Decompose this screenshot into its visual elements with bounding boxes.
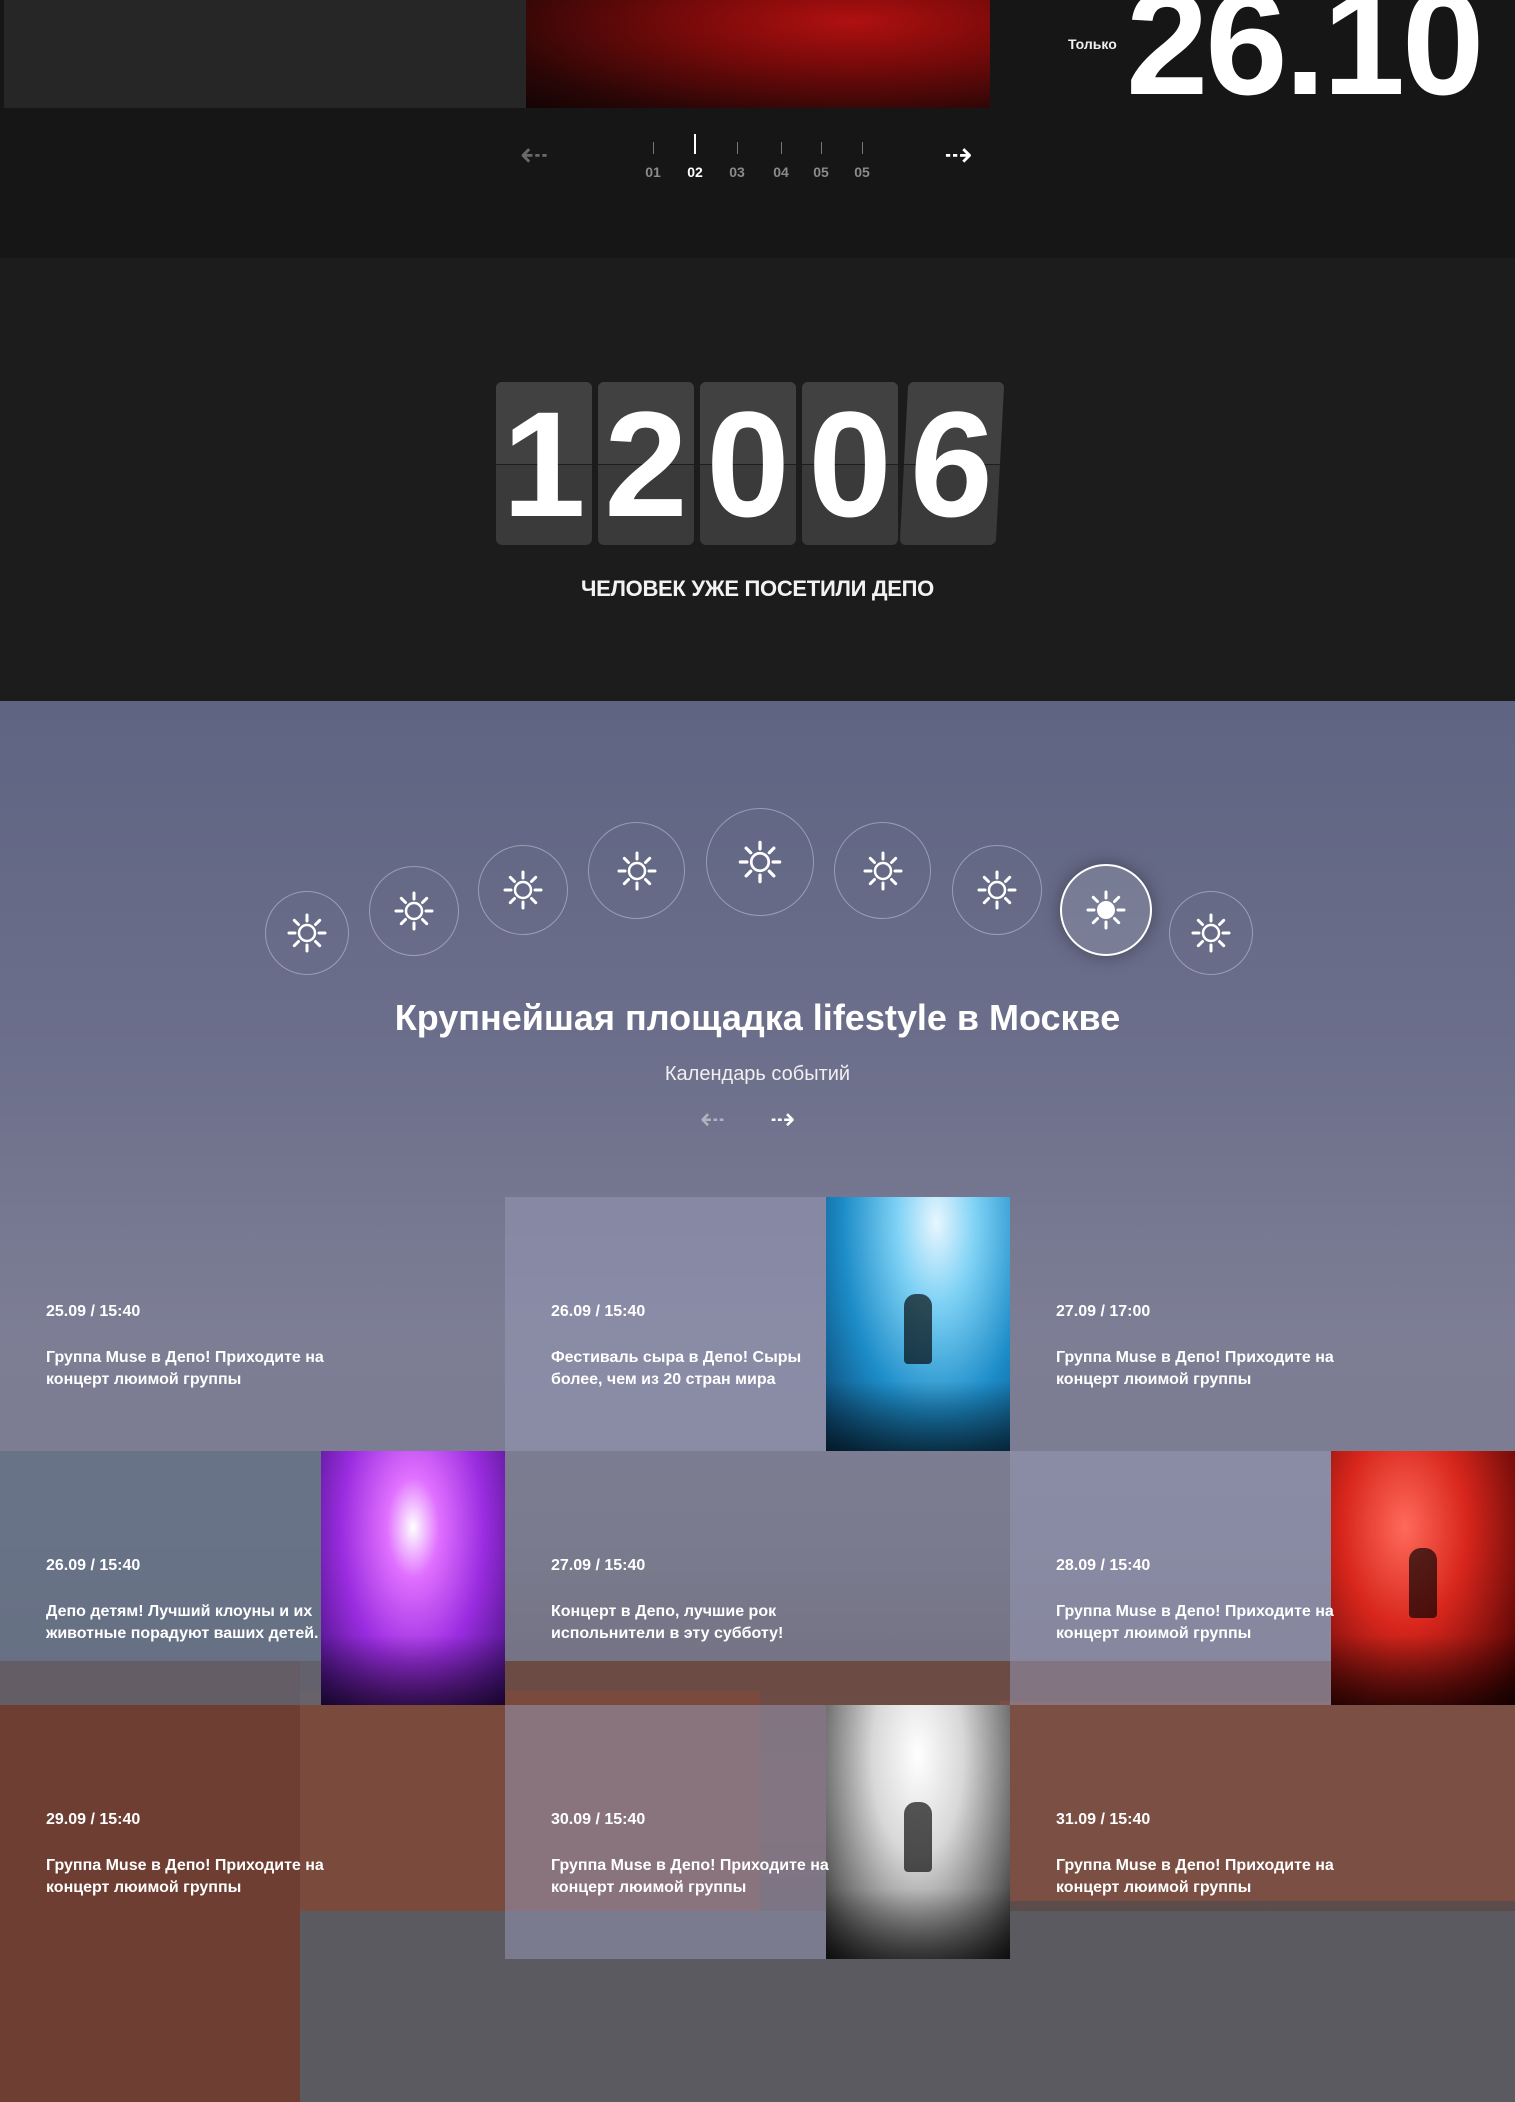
event-date: 26.09 / 15:40 — [46, 1557, 141, 1574]
pager-tick — [736, 142, 738, 154]
weather-icons-row — [0, 701, 1515, 981]
event-tile[interactable]: 26.09 / 15:40 Фестиваль сыра в Депо! Сыр… — [505, 1197, 1010, 1451]
events-next-arrow-icon[interactable]: ⇢ — [770, 1105, 795, 1135]
event-description: Группа Muse в Депо! Приходите на концерт… — [1056, 1857, 1334, 1896]
event-description: Группа Muse в Депо! Приходите на концерт… — [1056, 1349, 1334, 1388]
sun-icon[interactable] — [1169, 891, 1253, 975]
events-subtitle: Календарь событий — [664, 1063, 851, 1085]
flip-digit: 0 — [700, 382, 796, 545]
concert-photo — [826, 1197, 1010, 1451]
event-date: 29.09 / 15:40 — [46, 1811, 141, 1828]
pager-item[interactable]: 01 — [633, 130, 673, 180]
pager-number: 03 — [729, 164, 745, 180]
pager-number: 05 — [854, 164, 870, 180]
sun-icon[interactable] — [478, 845, 568, 935]
sun-icon[interactable] — [265, 891, 349, 975]
visitor-counter: 1 2 0 0 6 ЧЕЛОВЕК УЖЕ ПОСЕТИЛИ ДЕПО — [0, 258, 1515, 701]
pager-tick — [820, 142, 822, 154]
pager-item[interactable]: 03 — [717, 130, 757, 180]
sun-icon-active[interactable] — [1060, 864, 1152, 956]
pager-number: 04 — [773, 164, 789, 180]
prev-arrow-icon[interactable]: ⇠ — [520, 138, 549, 172]
only-label: Только — [1068, 36, 1117, 52]
pager-item[interactable]: 05 — [842, 130, 882, 180]
pager-item[interactable]: 05 — [801, 130, 841, 180]
pager-item-active[interactable]: 02 — [675, 130, 715, 180]
events-section: Крупнейшая площадка lifestyle в Москве К… — [0, 701, 1515, 2102]
pager-tick — [694, 134, 696, 154]
flip-digit: 1 — [496, 382, 592, 545]
events-prev-arrow-icon[interactable]: ⇠ — [700, 1105, 725, 1135]
event-tile[interactable]: 29.09 / 15:40 Группа Muse в Депо! Приход… — [0, 1705, 505, 1959]
event-description: Группа Muse в Депо! Приходите на концерт… — [46, 1857, 324, 1896]
pager-number: 01 — [645, 164, 661, 180]
concert-photo — [1331, 1451, 1515, 1705]
event-tile[interactable]: 31.09 / 15:40 Группа Muse в Депо! Приход… — [1010, 1705, 1515, 1959]
event-tile[interactable]: 28.09 / 15:40 Группа Muse в Депо! Приход… — [1010, 1451, 1515, 1705]
event-date: 26.09 / 15:40 — [551, 1303, 646, 1320]
pager-tick — [652, 142, 654, 154]
events-title: Крупнейшая площадка lifestyle в Москве — [394, 997, 1121, 1038]
event-description: Депо детям! Лучший клоуны и их животные … — [46, 1603, 319, 1642]
event-tile[interactable]: 27.09 / 17:00 Группа Muse в Депо! Приход… — [1010, 1197, 1515, 1451]
slide-image[interactable] — [526, 0, 990, 108]
event-tile[interactable]: 26.09 / 15:40 Депо детям! Лучший клоуны … — [0, 1451, 505, 1705]
sun-icon[interactable] — [834, 822, 931, 919]
event-date: 25.09 / 15:40 — [46, 1303, 141, 1320]
event-date: 27.09 / 15:40 — [551, 1557, 646, 1574]
event-description: Фестиваль сыра в Депо! Сыры более, чем и… — [551, 1349, 802, 1388]
counter-caption: ЧЕЛОВЕК УЖЕ ПОСЕТИЛИ ДЕПО — [580, 576, 934, 601]
event-date: 31.09 / 15:40 — [1056, 1811, 1151, 1828]
flip-digit: 2 — [598, 382, 694, 545]
flip-digit: 6 — [899, 382, 1005, 545]
pager-number: 05 — [813, 164, 829, 180]
pager-tick — [780, 142, 782, 154]
event-description: Группа Muse в Депо! Приходите на концерт… — [1056, 1603, 1334, 1642]
slider-pager: ⇠ 01 02 03 04 05 05 ⇢ — [0, 130, 1515, 190]
sun-icon[interactable] — [369, 866, 459, 956]
pager-tick — [861, 142, 863, 154]
pager-item[interactable]: 04 — [761, 130, 801, 180]
slide-thumbnail[interactable] — [4, 0, 526, 108]
event-date: 28.09 / 15:40 — [1056, 1557, 1151, 1574]
sun-icon[interactable] — [588, 822, 685, 919]
flip-digit: 0 — [802, 382, 898, 545]
pager-number: 02 — [687, 164, 703, 180]
next-arrow-icon[interactable]: ⇢ — [944, 138, 973, 172]
concert-photo — [826, 1705, 1010, 1959]
hero-slider: Только 26.10 ⇠ 01 02 03 04 05 05 ⇢ — [0, 0, 1515, 258]
concert-photo — [321, 1451, 505, 1705]
event-date: 26.10 — [1126, 0, 1484, 126]
flip-counter: 1 2 0 0 6 — [496, 382, 1006, 545]
sun-icon[interactable] — [706, 808, 814, 916]
event-date: 27.09 / 17:00 — [1056, 1303, 1151, 1320]
sun-icon[interactable] — [952, 845, 1042, 935]
event-description: Группа Muse в Депо! Приходите на концерт… — [46, 1349, 324, 1388]
event-tile[interactable]: 25.09 / 15:40 Группа Muse в Депо! Приход… — [0, 1197, 505, 1451]
event-description: Группа Muse в Депо! Приходите на концерт… — [551, 1857, 829, 1896]
event-date: 30.09 / 15:40 — [551, 1811, 646, 1828]
event-description: Концерт в Депо, лучшие рок испольнители … — [551, 1603, 784, 1642]
event-tile[interactable]: 30.09 / 15:40 Группа Muse в Депо! Приход… — [505, 1705, 1010, 1959]
event-tile[interactable]: 27.09 / 15:40 Концерт в Депо, лучшие рок… — [505, 1451, 1010, 1705]
